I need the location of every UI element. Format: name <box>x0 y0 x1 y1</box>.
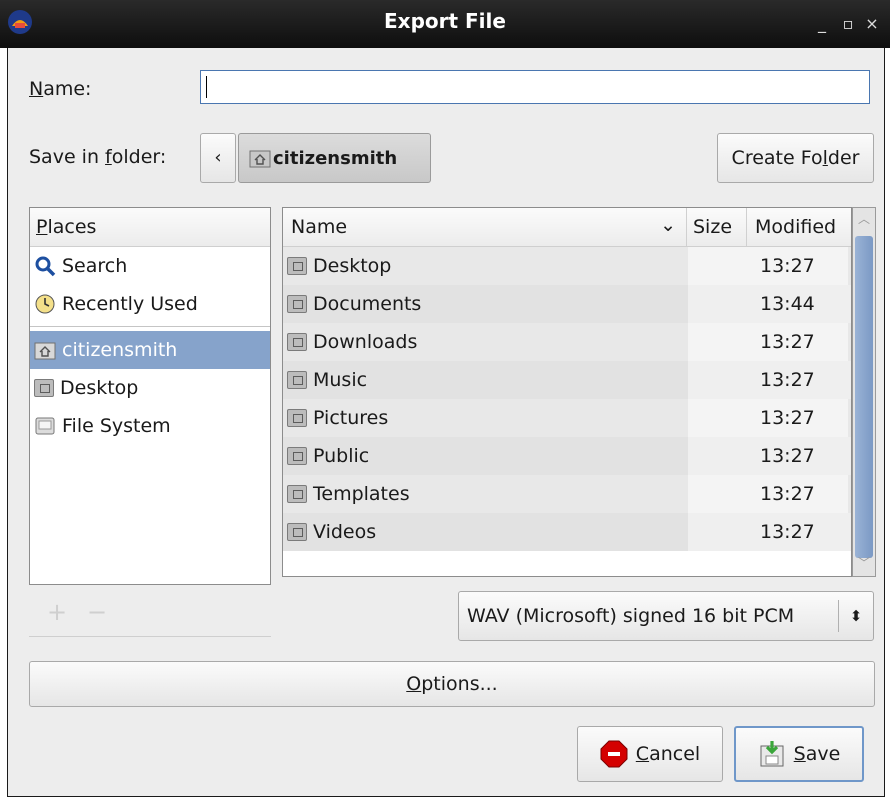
column-header-size[interactable]: Size <box>687 208 747 246</box>
chevron-left-icon: ‹ <box>214 147 222 168</box>
places-item-desktop[interactable]: Desktop <box>30 369 270 407</box>
templates-folder-icon <box>287 485 307 503</box>
places-edit-bar: + − <box>29 594 271 637</box>
file-row-documents[interactable]: Documents 13:44 <box>283 285 851 323</box>
minimize-button[interactable]: _ <box>812 14 832 34</box>
column-header-modified[interactable]: Modified <box>747 208 851 246</box>
file-row-pictures[interactable]: Pictures 13:27 <box>283 399 851 437</box>
places-item-file-system[interactable]: File System <box>30 407 270 445</box>
add-place-button[interactable]: + <box>47 598 67 626</box>
file-list: Name ⌄ Size Modified Desktop 13:27 Docum… <box>282 207 852 577</box>
file-list-scrollbar[interactable]: ︿ ﹀ <box>852 207 876 577</box>
name-label: Name: <box>29 78 92 100</box>
drive-icon <box>35 417 55 435</box>
pictures-folder-icon <box>287 409 307 427</box>
text-caret <box>206 76 207 98</box>
home-folder-icon <box>249 150 271 168</box>
title-bar: Export File _ ▫ × <box>0 0 890 48</box>
window-title: Export File <box>384 9 506 33</box>
scroll-up-icon[interactable]: ︿ <box>855 210 873 230</box>
save-in-folder-label: Save in folder: <box>29 146 167 168</box>
desktop-folder-icon <box>287 257 307 275</box>
save-disk-icon <box>760 741 784 767</box>
places-item-recently-used[interactable]: Recently Used <box>30 285 270 323</box>
name-input[interactable] <box>200 70 870 104</box>
documents-folder-icon <box>287 295 307 313</box>
home-folder-icon <box>34 342 56 360</box>
remove-place-button[interactable]: − <box>87 598 107 626</box>
places-pane: Places Search Recently Used citizensmith… <box>29 207 271 585</box>
music-folder-icon <box>287 371 307 389</box>
desktop-folder-icon <box>34 379 54 397</box>
scrollbar-thumb[interactable] <box>855 236 873 558</box>
current-folder-label: citizensmith <box>273 147 398 169</box>
places-item-search[interactable]: Search <box>30 247 270 285</box>
cancel-button[interactable]: Cancel <box>577 726 723 782</box>
downloads-folder-icon <box>287 333 307 351</box>
file-row-templates[interactable]: Templates 13:27 <box>283 475 851 513</box>
public-folder-icon <box>287 447 307 465</box>
stop-icon <box>600 740 628 768</box>
scroll-down-icon[interactable]: ﹀ <box>855 554 873 574</box>
column-header-name[interactable]: Name ⌄ <box>283 208 687 246</box>
save-button[interactable]: Save <box>734 726 864 782</box>
create-folder-button[interactable]: Create Folder <box>717 133 874 183</box>
file-row-music[interactable]: Music 13:27 <box>283 361 851 399</box>
magnifier-icon <box>35 256 56 277</box>
places-item-citizensmith[interactable]: citizensmith <box>30 331 270 369</box>
file-row-desktop[interactable]: Desktop 13:27 <box>283 247 851 285</box>
path-current-folder-button[interactable]: citizensmith <box>238 133 431 183</box>
combo-arrows-icon: ⬍ <box>838 600 873 632</box>
videos-folder-icon <box>287 523 307 541</box>
file-row-downloads[interactable]: Downloads 13:27 <box>283 323 851 361</box>
clock-icon <box>35 294 55 314</box>
places-header[interactable]: Places <box>30 208 270 247</box>
maximize-button[interactable]: ▫ <box>838 14 858 34</box>
path-back-button[interactable]: ‹ <box>200 133 236 183</box>
options-button[interactable]: Options... <box>29 661 875 707</box>
sort-descending-icon: ⌄ <box>660 214 676 236</box>
file-list-header: Name ⌄ Size Modified <box>283 208 851 247</box>
close-button[interactable]: × <box>862 14 882 34</box>
file-row-videos[interactable]: Videos 13:27 <box>283 513 851 551</box>
places-separator <box>30 326 270 327</box>
file-format-select[interactable]: WAV (Microsoft) signed 16 bit PCM ⬍ <box>458 591 874 641</box>
file-row-public[interactable]: Public 13:27 <box>283 437 851 475</box>
